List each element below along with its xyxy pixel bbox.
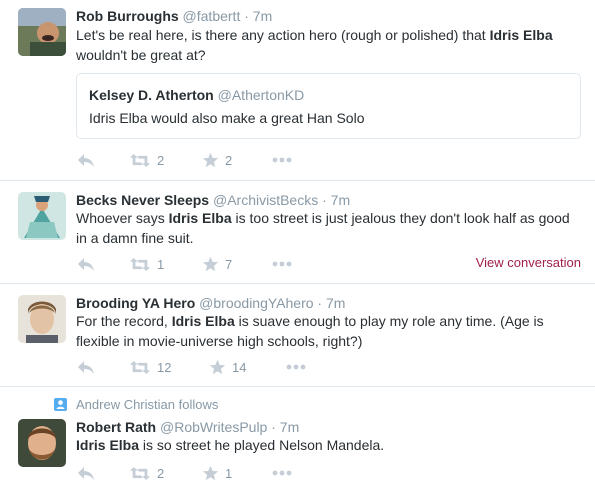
tweet-actions: 1 7 View conversation xyxy=(76,254,581,274)
author-name[interactable]: Becks Never Sleeps xyxy=(76,192,209,208)
quoted-author: Kelsey D. Atherton @AthertonKD xyxy=(89,87,304,103)
more-icon xyxy=(272,157,292,163)
tweet-text: Whoever says Idris Elba is too street is… xyxy=(76,208,581,248)
retweet-count: 2 xyxy=(157,152,165,168)
tweet-text: Idris Elba is so street he played Nelson… xyxy=(76,435,581,455)
tweet-item[interactable]: Rob Burroughs @fatbertt · 7m Let's be re… xyxy=(0,0,595,181)
favorite-button[interactable]: 1 xyxy=(202,463,232,483)
retweet-icon xyxy=(129,360,151,375)
social-context-text[interactable]: Andrew Christian follows xyxy=(76,397,218,412)
favorite-count: 2 xyxy=(225,152,233,168)
quoted-author-name: Kelsey D. Atherton xyxy=(89,87,214,103)
tweet-header: Rob Burroughs @fatbertt · 7m xyxy=(76,7,272,25)
more-button[interactable] xyxy=(286,357,306,377)
tweet-item[interactable]: Becks Never Sleeps @ArchivistBecks · 7m … xyxy=(0,181,595,284)
quoted-tweet[interactable]: Kelsey D. Atherton @AthertonKD Idris Elb… xyxy=(76,73,581,139)
author-handle[interactable]: @ArchivistBecks xyxy=(213,192,318,208)
quoted-text: Idris Elba would also make a great Han S… xyxy=(89,110,365,126)
avatar[interactable] xyxy=(18,419,66,467)
author-handle[interactable]: @RobWritesPulp xyxy=(160,419,267,435)
author-handle[interactable]: @broodingYAhero xyxy=(199,295,313,311)
timestamp[interactable]: 7m xyxy=(280,419,299,435)
more-icon xyxy=(272,261,292,267)
search-highlight: Idris Elba xyxy=(171,313,235,329)
star-icon xyxy=(209,359,226,376)
favorite-button[interactable]: 14 xyxy=(209,357,246,377)
tweet-text: Let's be real here, is there any action … xyxy=(76,25,581,65)
author-name[interactable]: Robert Rath xyxy=(76,419,156,435)
tweet-header: Becks Never Sleeps @ArchivistBecks · 7m xyxy=(76,191,350,209)
author-name[interactable]: Brooding YA Hero xyxy=(76,295,195,311)
reply-button[interactable] xyxy=(76,463,96,483)
quoted-author-handle: @AthertonKD xyxy=(217,87,305,103)
separator: · xyxy=(317,295,323,311)
tweet-actions: 12 14 xyxy=(76,357,581,377)
star-icon xyxy=(202,465,219,482)
search-highlight: Idris Elba xyxy=(168,210,232,226)
tweet-actions: 2 1 xyxy=(76,463,581,483)
reply-icon xyxy=(76,359,96,375)
author-name[interactable]: Rob Burroughs xyxy=(76,8,179,24)
tweet-header: Brooding YA Hero @broodingYAhero · 7m xyxy=(76,294,345,312)
star-icon xyxy=(202,152,219,169)
social-context: Andrew Christian follows xyxy=(54,397,218,412)
retweet-icon xyxy=(129,466,151,481)
favorite-count: 7 xyxy=(225,256,233,272)
more-button[interactable] xyxy=(272,463,292,483)
reply-button[interactable] xyxy=(76,150,96,170)
author-handle[interactable]: @fatbertt xyxy=(183,8,241,24)
more-icon xyxy=(286,364,306,370)
tweet-text-part: is so street he played Nelson Mandela. xyxy=(139,437,385,453)
retweet-button[interactable]: 12 xyxy=(129,357,171,377)
retweet-count: 12 xyxy=(157,359,172,375)
retweet-button[interactable]: 2 xyxy=(129,150,164,170)
reply-icon xyxy=(76,152,96,168)
retweet-button[interactable]: 2 xyxy=(129,463,164,483)
separator: · xyxy=(271,419,276,435)
avatar[interactable] xyxy=(18,192,66,240)
timestamp[interactable]: 7m xyxy=(326,295,345,311)
timestamp[interactable]: 7m xyxy=(331,192,350,208)
favorite-count: 14 xyxy=(232,359,247,375)
favorite-button[interactable]: 7 xyxy=(202,254,232,274)
more-button[interactable] xyxy=(272,150,292,170)
view-conversation-link[interactable]: View conversation xyxy=(476,255,581,270)
more-button[interactable] xyxy=(272,254,292,274)
separator: · xyxy=(322,192,327,208)
favorite-button[interactable]: 2 xyxy=(202,150,232,170)
search-highlight: Idris Elba xyxy=(489,27,553,43)
reply-icon xyxy=(76,256,96,272)
retweet-count: 2 xyxy=(157,465,165,481)
tweet-text-part: For the record, xyxy=(76,313,172,329)
tweet-actions: 2 2 xyxy=(76,150,581,170)
tweet-text-part: Let's be real here, is there any action … xyxy=(76,27,490,43)
reply-button[interactable] xyxy=(76,357,96,377)
tweet-header: Robert Rath @RobWritesPulp · 7m xyxy=(76,418,299,436)
tweet-item[interactable]: Brooding YA Hero @broodingYAhero · 7m Fo… xyxy=(0,284,595,387)
timestamp[interactable]: 7m xyxy=(253,8,272,24)
avatar[interactable] xyxy=(18,8,66,56)
separator: · xyxy=(244,8,249,24)
retweet-count: 1 xyxy=(157,256,165,272)
tweet-text: For the record, Idris Elba is suave enou… xyxy=(76,311,581,351)
star-icon xyxy=(202,256,219,273)
retweet-button[interactable]: 1 xyxy=(129,254,164,274)
tweet-timeline: Rob Burroughs @fatbertt · 7m Let's be re… xyxy=(0,0,595,493)
favorite-count: 1 xyxy=(225,465,233,481)
tweet-text-part: wouldn't be great at? xyxy=(76,47,206,63)
person-icon xyxy=(54,398,67,411)
reply-button[interactable] xyxy=(76,254,96,274)
avatar[interactable] xyxy=(18,295,66,343)
reply-icon xyxy=(76,465,96,481)
retweet-icon xyxy=(129,153,151,168)
tweet-text-part: Whoever says xyxy=(76,210,169,226)
more-icon xyxy=(272,470,292,476)
tweet-item[interactable]: Andrew Christian follows Robert Rath @Ro… xyxy=(0,387,595,493)
search-highlight: Idris Elba xyxy=(76,437,140,453)
retweet-icon xyxy=(129,257,151,272)
